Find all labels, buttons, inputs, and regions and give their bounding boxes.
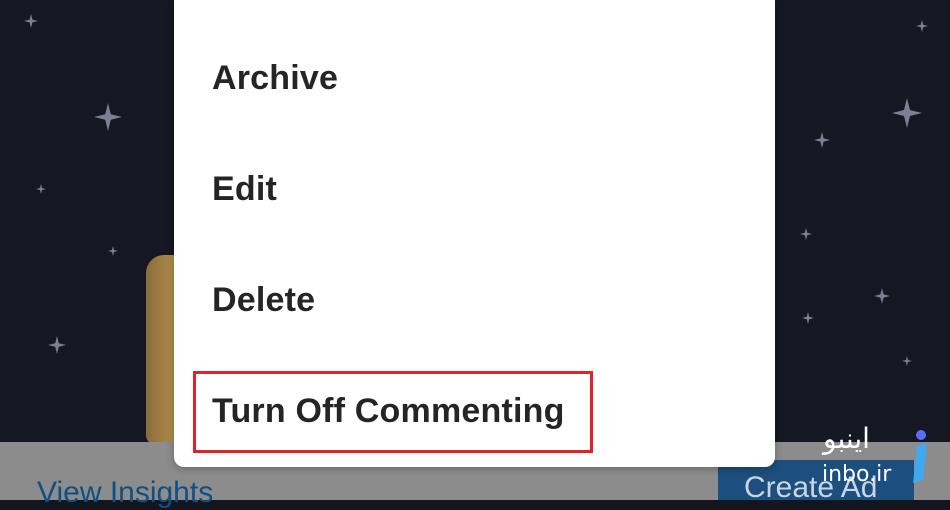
menu-item-edit[interactable]: Edit — [212, 170, 277, 209]
watermark-logo: اینبو inbo.ir — [818, 422, 938, 492]
star-icon — [108, 246, 118, 256]
menu-item-delete[interactable]: Delete — [212, 281, 315, 320]
star-icon — [814, 132, 830, 148]
star-icon — [874, 288, 890, 304]
star-icon — [802, 312, 814, 324]
view-insights-link[interactable]: View Insights — [37, 476, 213, 510]
star-icon — [94, 103, 122, 131]
star-icon — [800, 228, 812, 240]
menu-item-archive[interactable]: Archive — [212, 59, 338, 98]
star-icon — [36, 184, 46, 194]
watermark-domain: inbo.ir — [822, 462, 892, 487]
star-icon — [892, 98, 922, 128]
star-icon — [902, 356, 912, 366]
star-icon — [48, 336, 66, 354]
watermark-persian-text: اینبو — [823, 422, 870, 455]
star-icon — [24, 14, 38, 28]
highlight-outline — [193, 371, 593, 453]
inbo-logo-icon — [913, 430, 927, 483]
star-icon — [916, 20, 928, 32]
